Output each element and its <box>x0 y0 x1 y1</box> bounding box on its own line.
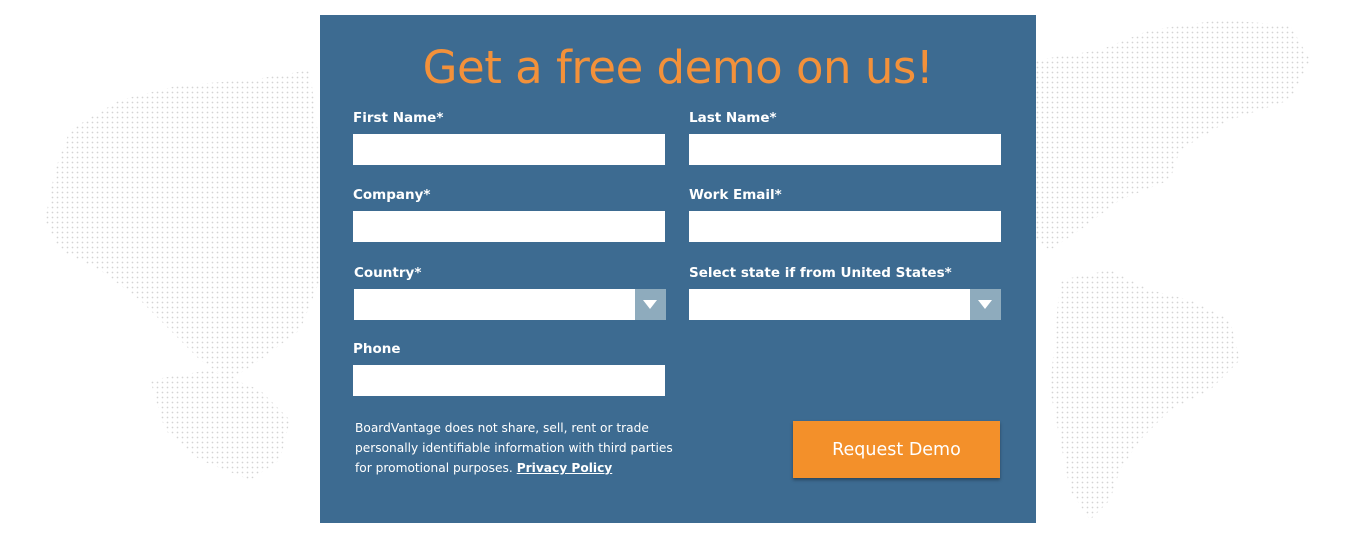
country-field-group: Country* <box>354 265 666 320</box>
map-continent-asia-pacific <box>1050 270 1240 520</box>
state-select[interactable] <box>689 289 1001 320</box>
map-continent-eurasia <box>1036 20 1310 250</box>
first-name-label: First Name* <box>353 110 444 126</box>
phone-input[interactable] <box>353 365 665 396</box>
request-demo-button[interactable]: Request Demo <box>793 421 1000 478</box>
last-name-label: Last Name* <box>689 110 777 126</box>
company-input[interactable] <box>353 211 665 242</box>
last-name-field-group: Last Name* <box>689 110 1001 165</box>
work-email-input[interactable] <box>689 211 1001 242</box>
state-label: Select state if from United States* <box>689 265 952 281</box>
chevron-down-icon[interactable] <box>970 289 1001 320</box>
map-continent-north-america <box>45 70 320 380</box>
privacy-disclaimer: BoardVantage does not share, sell, rent … <box>355 418 675 478</box>
disclaimer-text: BoardVantage does not share, sell, rent … <box>355 421 673 475</box>
phone-field-group: Phone <box>353 341 665 396</box>
phone-label: Phone <box>353 341 401 357</box>
demo-request-form: Get a free demo on us! First Name* Last … <box>320 15 1036 523</box>
first-name-field-group: First Name* <box>353 110 665 165</box>
privacy-policy-link[interactable]: Privacy Policy <box>517 461 613 475</box>
map-continent-south-america <box>150 370 290 480</box>
form-headline: Get a free demo on us! <box>422 41 934 94</box>
company-field-group: Company* <box>353 187 665 242</box>
last-name-input[interactable] <box>689 134 1001 165</box>
country-select[interactable] <box>354 289 666 320</box>
state-field-group: Select state if from United States* <box>689 265 1001 320</box>
work-email-label: Work Email* <box>689 187 782 203</box>
company-label: Company* <box>353 187 431 203</box>
work-email-field-group: Work Email* <box>689 187 1001 242</box>
country-label: Country* <box>354 265 422 281</box>
first-name-input[interactable] <box>353 134 665 165</box>
chevron-down-icon[interactable] <box>635 289 666 320</box>
page: Get a free demo on us! First Name* Last … <box>0 0 1352 541</box>
